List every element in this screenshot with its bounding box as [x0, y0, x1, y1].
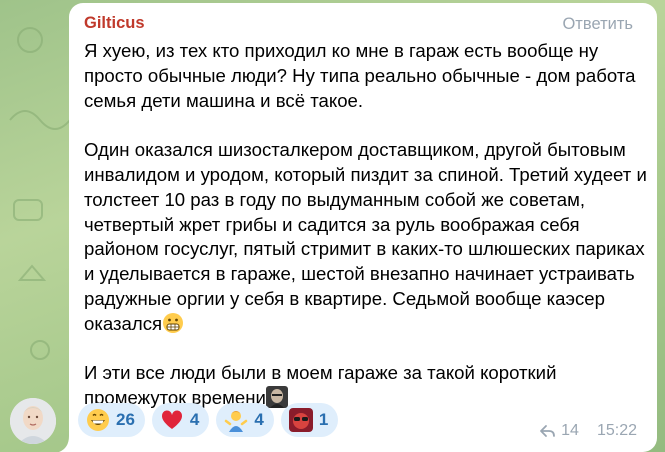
grimacing-face-icon [163, 312, 184, 333]
reaction-count: 4 [254, 410, 264, 429]
custom-sticker-icon [288, 408, 313, 432]
message-bubble[interactable]: Gilticus Ответить Я хуею, из тех кто при… [69, 3, 657, 452]
forward-icon [540, 425, 556, 437]
reaction-grinning-face[interactable]: 26 [78, 403, 145, 437]
reaction-custom-sticker[interactable]: 1 [280, 403, 339, 437]
message-time: 15:22 [596, 422, 637, 439]
message-paragraph: Один оказался шизосталкером доставщиком,… [84, 138, 652, 336]
person-shrugging-icon [225, 411, 248, 432]
reactions-bar: 26 4 4 1 [78, 403, 339, 437]
avatar-image [10, 398, 56, 444]
reaction-person-shrugging[interactable]: 4 [216, 403, 274, 437]
red-heart-icon [161, 410, 182, 429]
message-paragraph-text: И эти все люди были в моем гараже за так… [84, 362, 557, 409]
message-meta: 14 15:22 [539, 422, 637, 440]
reply-button[interactable]: Ответить [562, 15, 633, 34]
reaction-count: 1 [318, 410, 329, 429]
reaction-red-heart[interactable]: 4 [151, 403, 210, 437]
sender-avatar[interactable] [10, 398, 56, 444]
forward-count: 14 [561, 422, 579, 439]
message-paragraph: Я хуею, из тех кто приходил ко мне в гар… [84, 40, 636, 111]
reaction-count: 26 [116, 410, 135, 429]
message-text: Я хуею, из тех кто приходил ко мне в гар… [84, 39, 652, 411]
sender-name[interactable]: Gilticus [84, 14, 145, 33]
reaction-count: 4 [189, 410, 200, 429]
grinning-face-icon [87, 409, 109, 431]
message-paragraph-text: Один оказался шизосталкером доставщиком,… [84, 139, 647, 334]
